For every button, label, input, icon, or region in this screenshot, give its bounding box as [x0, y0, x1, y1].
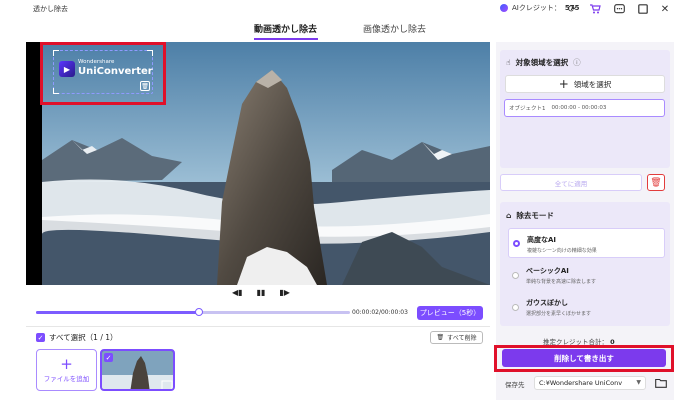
- maximize-icon[interactable]: [636, 2, 650, 16]
- mode-card-title: ⌂ 除去モード: [506, 210, 554, 221]
- select-all-row[interactable]: ✓ すべて選択（1 / 1）: [36, 332, 118, 343]
- tab-video-watermark[interactable]: 動画透かし除去: [254, 22, 317, 35]
- title-bar: 透かし除去 AIクレジット： 575 ⟳ ✕: [0, 0, 700, 18]
- mode-option-desc: 複雑なシーン向けの精細な効果: [527, 248, 597, 254]
- watermark-small-text: Wondershare: [78, 59, 115, 65]
- app-title: 透かし除去: [33, 5, 68, 13]
- select-all-checkbox[interactable]: ✓: [36, 333, 45, 342]
- delete-all-label: すべて削除: [447, 335, 477, 342]
- active-tab-indicator: [254, 38, 318, 40]
- mode-option-title: ガウスぼかし: [526, 299, 568, 307]
- apply-all-button[interactable]: 全てに適用: [500, 174, 642, 191]
- radio-advanced-ai[interactable]: [513, 240, 520, 247]
- mode-tabs: 動画透かし除去 画像透かし除去: [0, 18, 700, 42]
- radio-gaussian-blur[interactable]: [512, 304, 519, 311]
- file-thumbnail[interactable]: ✓: [100, 349, 175, 391]
- delete-all-button[interactable]: 🗑 すべて削除: [430, 331, 483, 344]
- delete-selection-icon[interactable]: 🗑: [140, 81, 150, 91]
- eraser-icon: ⌂: [506, 211, 512, 220]
- mode-option-title: ベーシックAI: [526, 267, 569, 275]
- preview-button[interactable]: プレビュー（5秒）: [417, 306, 483, 320]
- object-range: 00:00:00 - 00:00:03: [551, 105, 607, 111]
- region-card-title: ☝ 対象領域を選択 ⓘ: [506, 57, 581, 68]
- save-path-value: C:¥Wondershare UniConv: [539, 379, 623, 387]
- add-file-label: ファイルを追加: [43, 375, 90, 383]
- remove-and-export-button[interactable]: 削除して書き出す: [502, 349, 666, 367]
- uniconverter-logo-icon: ▶: [59, 61, 75, 77]
- pause-icon[interactable]: ▮▮: [257, 288, 266, 300]
- time-display: 00:00:02/00:00:03: [352, 309, 408, 316]
- hand-pointer-icon: ☝: [506, 58, 511, 67]
- mode-option-desc: 単純な背景を高速に除去します: [526, 279, 597, 285]
- timeline-knob[interactable]: [195, 308, 204, 316]
- divider: [26, 326, 490, 327]
- next-frame-icon[interactable]: ▮▶: [279, 288, 290, 300]
- region-title: 対象領域を選択: [515, 58, 569, 67]
- watermark-highlight-frame: ▶ Wondershare UniConverter 🗑: [40, 42, 166, 105]
- timeline-progress: [36, 311, 200, 314]
- mode-title: 除去モード: [516, 211, 554, 220]
- cart-icon[interactable]: [588, 2, 602, 16]
- chevron-down-icon: ▼: [636, 379, 641, 386]
- info-icon[interactable]: ⓘ: [573, 57, 581, 68]
- ai-credit-label: AIクレジット：: [512, 4, 561, 12]
- add-region-button[interactable]: + 領域を選択: [505, 75, 665, 93]
- ai-credit-icon: [500, 4, 508, 12]
- thumbnail-checkbox[interactable]: ✓: [104, 353, 113, 362]
- refresh-icon[interactable]: ⟳: [565, 2, 579, 16]
- mode-option-desc: 選択部分を素早くぼかせます: [526, 311, 592, 317]
- plus-icon: +: [558, 77, 569, 91]
- save-location-label: 保存先: [505, 381, 525, 389]
- delete-object-button[interactable]: 🗑: [647, 174, 665, 191]
- select-all-label: すべて選択（1 / 1）: [49, 333, 118, 342]
- radio-basic-ai[interactable]: [512, 272, 519, 279]
- mode-option-gaussian-blur[interactable]: ガウスぼかし 選択部分を素早くぼかせます: [508, 294, 665, 322]
- object-name: オブジェクト1: [509, 106, 546, 112]
- previous-frame-icon[interactable]: ◀▮: [232, 288, 243, 300]
- close-icon[interactable]: ✕: [658, 2, 672, 16]
- mode-option-basic-ai[interactable]: ベーシックAI 単純な背景を高速に除去します: [508, 262, 665, 290]
- plus-icon: +: [60, 355, 73, 373]
- mode-option-advanced-ai[interactable]: 高度なAI 複雑なシーン向けの精細な効果: [508, 228, 665, 258]
- trash-icon: 🗑: [436, 334, 445, 341]
- chat-icon[interactable]: [612, 2, 626, 16]
- save-path-select[interactable]: C:¥Wondershare UniConv ▼: [534, 376, 646, 390]
- trash-icon: 🗑: [650, 177, 662, 188]
- playback-controls: ◀▮ ▮▮ ▮▶: [226, 288, 296, 300]
- object-row[interactable]: オブジェクト1 00:00:00 - 00:00:03: [504, 99, 665, 117]
- add-file-button[interactable]: + ファイルを追加: [36, 349, 97, 391]
- add-region-label: 領域を選択: [573, 79, 612, 89]
- mode-option-title: 高度なAI: [527, 236, 557, 244]
- tab-image-watermark[interactable]: 画像透かし除去: [363, 22, 426, 35]
- watermark-big-text: UniConverter: [78, 66, 153, 77]
- timeline-track[interactable]: [36, 308, 350, 316]
- folder-icon[interactable]: [654, 376, 668, 389]
- watermark-selection-box[interactable]: ▶ Wondershare UniConverter 🗑: [53, 50, 153, 94]
